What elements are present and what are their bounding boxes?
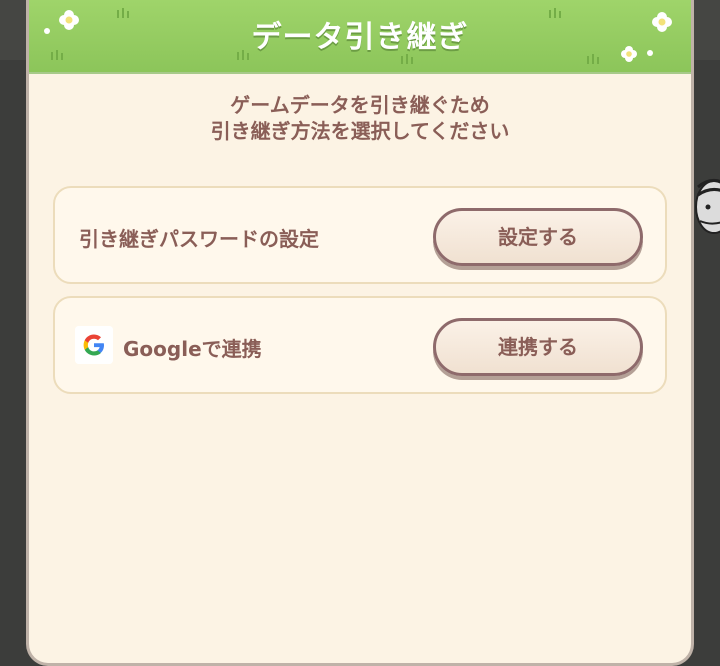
link-google-button[interactable]: 連携する <box>433 318 643 376</box>
google-option-card: Googleで連携 連携する <box>53 296 667 394</box>
password-option-card: 引き継ぎパスワードの設定 設定する <box>53 186 667 284</box>
data-transfer-dialog: データ引き継ぎ ゲームデータを引き継ぐため 引き継ぎ方法を選択してください 引き… <box>26 0 694 666</box>
instruction-line-2: 引き継ぎ方法を選択してください <box>210 119 510 143</box>
google-option-label: Googleで連携 <box>123 337 262 361</box>
google-logo-icon <box>75 326 113 364</box>
set-password-button[interactable]: 設定する <box>433 208 643 266</box>
instruction-line-1: ゲームデータを引き継ぐため <box>230 93 490 117</box>
password-option-label: 引き継ぎパスワードの設定 <box>79 227 319 251</box>
dialog-header: データ引き継ぎ <box>29 0 691 74</box>
dialog-title: データ引き継ぎ <box>251 20 469 55</box>
instruction-text: ゲームデータを引き継ぐため 引き継ぎ方法を選択してください <box>29 92 691 144</box>
background-character-icon <box>695 179 720 234</box>
